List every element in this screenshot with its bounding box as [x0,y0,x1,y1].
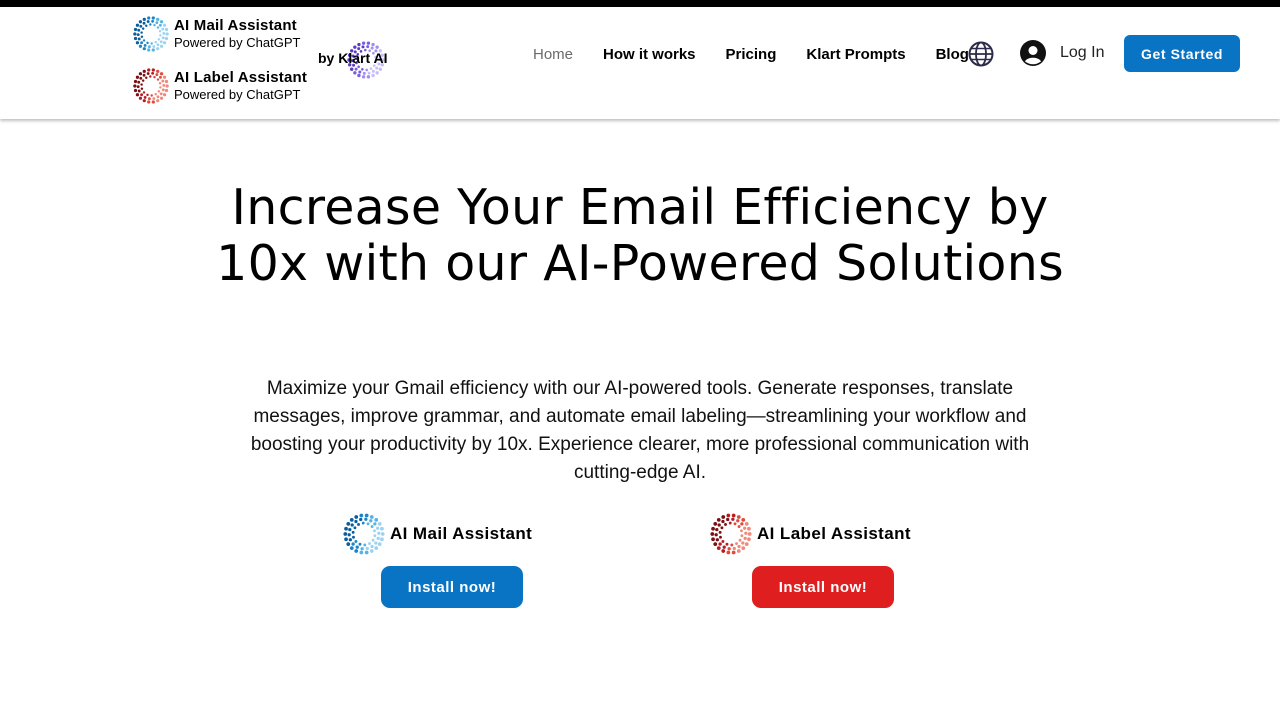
product-label-assistant: AI Label Assistant [709,512,911,556]
brand-name: AI Mail Assistant [174,17,297,34]
product-mail-assistant: AI Mail Assistant [342,512,532,556]
by-klart-ai-logo[interactable]: by Klart AI [318,40,398,80]
install-mail-assistant-button[interactable]: Install now! [381,566,523,608]
nav-item-how-it-works[interactable]: How it works [588,46,711,63]
login-label: Log In [1060,44,1105,61]
nav-item-klart-prompts[interactable]: Klart Prompts [791,46,920,63]
brand-tagline: Powered by ChatGPT [174,35,301,50]
globe-icon[interactable] [968,41,994,67]
label-assistant-logo-icon [710,513,752,555]
product-name: AI Label Assistant [757,524,911,543]
brand-label-assistant[interactable]: AI Label Assistant Powered by ChatGPT [132,67,307,105]
brand-tagline: Powered by ChatGPT [174,87,301,102]
install-label-assistant-button[interactable]: Install now! [752,566,894,608]
nav-item-home[interactable]: Home [518,46,588,63]
brand-mail-assistant[interactable]: AI Mail Assistant Powered by ChatGPT [132,15,300,53]
brand-name: AI Label Assistant [174,69,308,86]
nav-item-pricing[interactable]: Pricing [711,46,792,63]
mail-assistant-logo-icon [133,16,169,52]
login-button[interactable]: Log In [1020,40,1104,66]
top-black-strip [0,0,1280,7]
get-started-button[interactable]: Get Started [1124,35,1240,72]
hero-title: Increase Your Email Efficiency by 10x wi… [216,179,1064,292]
mail-assistant-logo-icon [343,513,385,555]
label-assistant-logo-icon [133,68,169,104]
user-avatar-icon [1020,40,1046,66]
hero-description: Maximize your Gmail efficiency with our … [250,378,1030,483]
product-name: AI Mail Assistant [390,524,533,543]
main-nav: Home How it works Pricing Klart Prompts … [518,37,984,71]
by-klart-ai-text: by Klart AI [318,50,388,66]
site-header: AI Mail Assistant Powered by ChatGPT AI … [0,7,1280,119]
